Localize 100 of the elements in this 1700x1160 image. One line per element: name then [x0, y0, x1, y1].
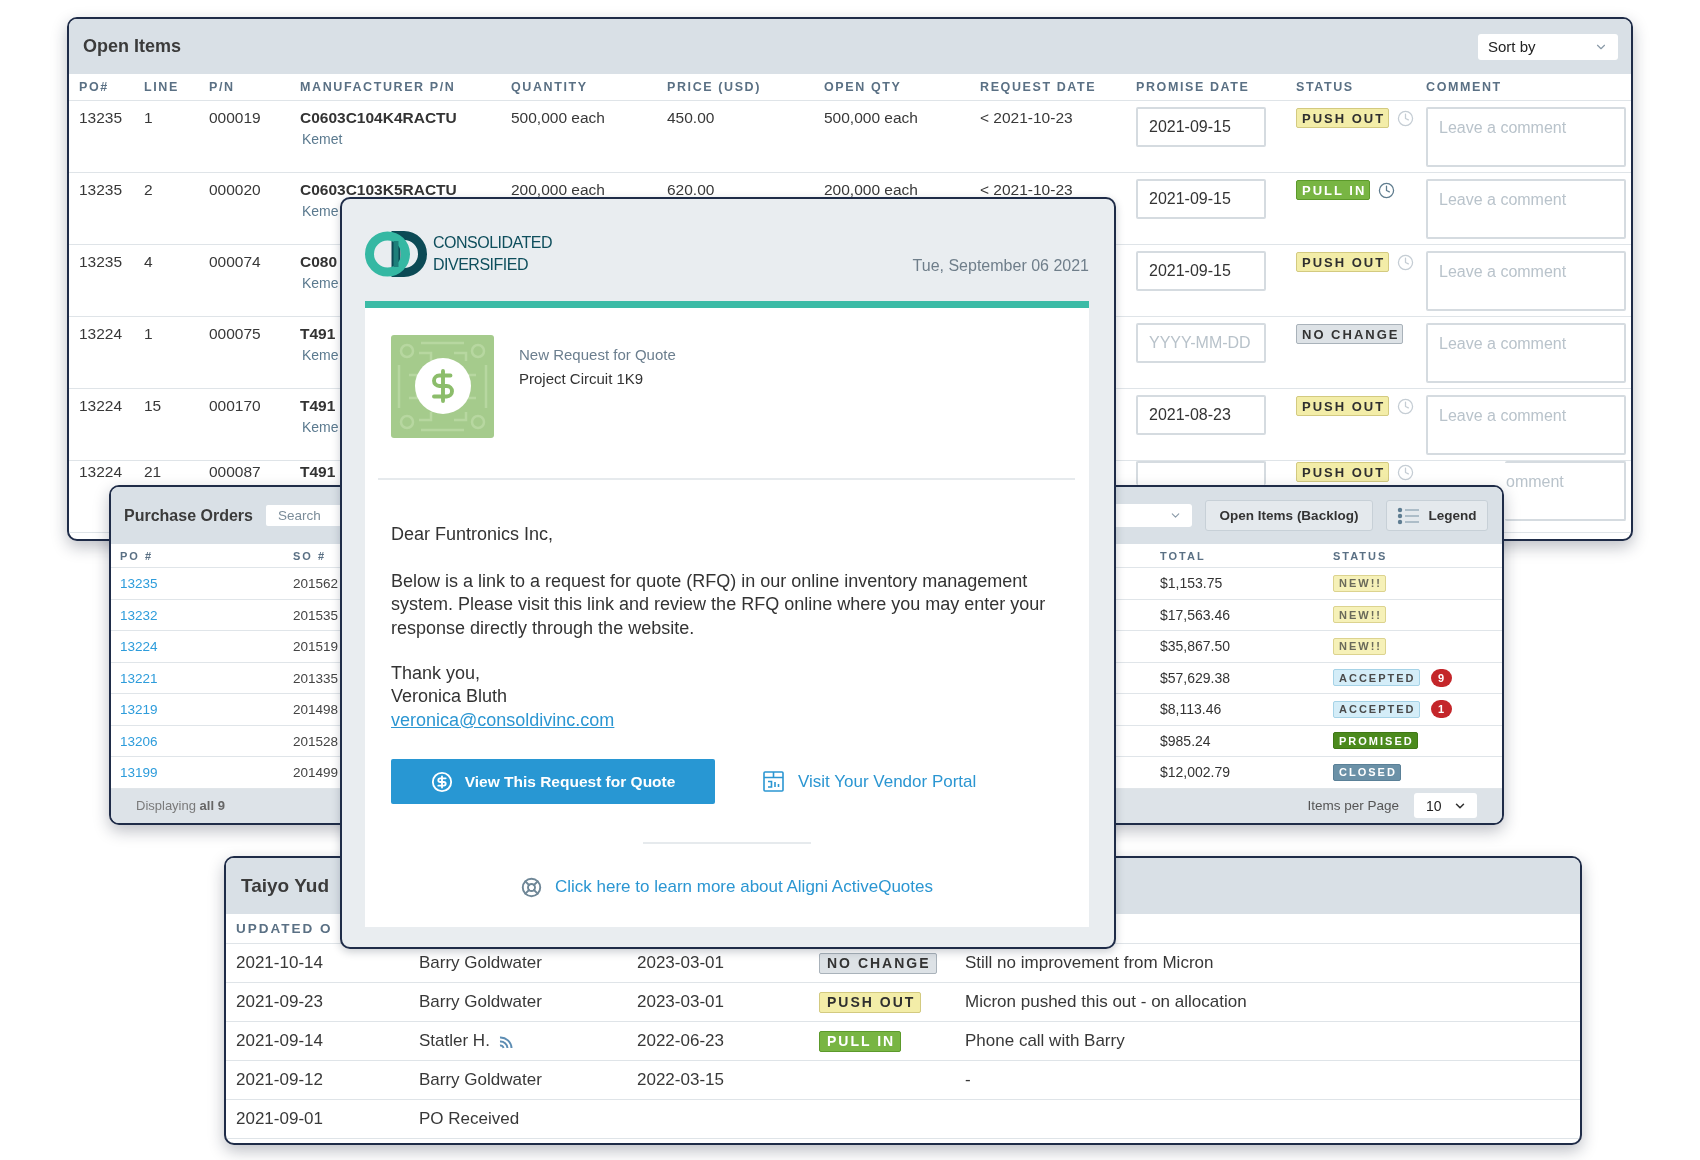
- comment-field[interactable]: omment: [1505, 461, 1626, 521]
- column-header: SO #: [293, 549, 327, 562]
- order-total: $985.24: [1160, 732, 1211, 749]
- line-number: 1: [144, 324, 153, 344]
- order-total: $8,113.46: [1160, 701, 1222, 718]
- manufacturer-name: Kemet: [302, 130, 343, 149]
- so-number: 201535: [293, 607, 339, 623]
- updated-by: Statler H.: [419, 1031, 490, 1051]
- po-number-link[interactable]: 13199: [120, 765, 158, 781]
- status-badge: PUSH OUT: [1296, 252, 1390, 272]
- po-number-link[interactable]: 13235: [120, 576, 158, 592]
- manufacturer-part-number: C080: [300, 252, 338, 272]
- po-number-link[interactable]: 13221: [120, 670, 158, 686]
- quantity: 200,000 each: [511, 180, 605, 200]
- po-number-link[interactable]: 13232: [120, 607, 158, 623]
- po-number: 13224: [79, 396, 123, 416]
- promise-date-field[interactable]: [1136, 461, 1266, 485]
- status-badge: PUSH OUT: [1296, 396, 1390, 416]
- status-badge: NO CHANGE: [1296, 324, 1404, 344]
- toolbar-button[interactable]: Open Items (Backlog): [1205, 500, 1373, 531]
- comment-field[interactable]: Leave a comment: [1426, 179, 1626, 239]
- comment-text: Still no improvement from Micron: [965, 953, 1214, 972]
- comment-text: -: [965, 1070, 971, 1089]
- part-number: 000074: [209, 252, 261, 272]
- update-date: 2021-09-01: [236, 1109, 323, 1128]
- update-date: 2021-09-12: [236, 1070, 323, 1089]
- manufacturer-part-number: C0603C103K5RACTU: [300, 180, 457, 200]
- column-header: UPDATED O: [236, 921, 333, 936]
- result-count: Displaying all 9: [136, 798, 225, 814]
- comment-field[interactable]: Leave a comment: [1426, 251, 1626, 311]
- manufacturer-part-number: C0603C104K4RACTU: [300, 108, 457, 128]
- promise-date-field[interactable]: 2021-09-15: [1136, 107, 1266, 147]
- so-number: 201519: [293, 639, 339, 655]
- update-date: 2021-09-14: [236, 1031, 323, 1050]
- list-icon: [1397, 506, 1420, 525]
- logo-icon: [365, 231, 427, 277]
- toolbar-button[interactable]: Legend: [1386, 500, 1488, 531]
- so-number: 201498: [293, 702, 339, 718]
- order-total: $57,629.38: [1160, 669, 1231, 686]
- count-badge: 1: [1430, 700, 1452, 719]
- po-number-link[interactable]: 13224: [120, 639, 158, 655]
- email-link[interactable]: veronica@consoldivinc.com: [391, 708, 615, 733]
- manufacturer-name: Keme: [302, 274, 339, 293]
- manufacturer-part-number: T491: [300, 324, 336, 344]
- column-header: OPEN QTY: [824, 80, 902, 94]
- comment-field[interactable]: Leave a comment: [1426, 323, 1626, 383]
- learn-more-link[interactable]: Click here to learn more about Aligni ActiveQuotes: [521, 876, 933, 899]
- sort-dropdown[interactable]: Sort by: [1478, 33, 1618, 60]
- po-number-link[interactable]: 13206: [120, 733, 158, 749]
- column-header: PROMISE DATE: [1136, 80, 1250, 94]
- comment-field[interactable]: Leave a comment: [1426, 107, 1626, 167]
- po-number: 13235: [79, 108, 123, 128]
- comment-field[interactable]: Leave a comment: [1426, 395, 1626, 455]
- manufacturer-name: Keme: [302, 418, 339, 437]
- column-header: PRICE (USD): [667, 80, 761, 94]
- column-header: PO #: [120, 549, 154, 562]
- dollar-circle-icon: [430, 770, 453, 793]
- comment-text: Phone call with Barry: [965, 1031, 1125, 1050]
- po-number-link[interactable]: 13219: [120, 702, 158, 718]
- vendor-portal-link[interactable]: Visit Your Vendor Portal: [763, 770, 977, 793]
- promise-date-field[interactable]: YYYY-MM-DD: [1136, 323, 1266, 363]
- order-total: $12,002.79: [1160, 764, 1231, 781]
- per-page-dropdown[interactable]: 10: [1414, 793, 1477, 819]
- updated-by: PO Received: [419, 1109, 520, 1129]
- per-page-label: Items per Page: [1307, 798, 1399, 814]
- email-date: Tue, September 06 2021: [912, 256, 1089, 276]
- promise-date: 2023-03-01: [637, 992, 724, 1011]
- promise-date-field[interactable]: 2021-09-15: [1136, 179, 1266, 219]
- column-header: STATUS: [1296, 80, 1354, 94]
- project-title: Project Circuit 1K9: [519, 369, 645, 389]
- promise-date-field[interactable]: 2021-09-15: [1136, 251, 1266, 291]
- status-badge: PROMISED: [1333, 732, 1418, 750]
- order-total: $1,153.75: [1160, 575, 1223, 592]
- line-number: 2: [144, 180, 153, 200]
- dollar-tile-icon: [391, 335, 494, 438]
- open-quantity: 500,000 each: [824, 108, 918, 128]
- po-number: 13235: [79, 252, 123, 272]
- price: 450.00: [667, 108, 715, 128]
- manufacturer-name: Keme: [302, 346, 339, 365]
- po-number: 13224: [79, 324, 123, 344]
- part-number: 000075: [209, 324, 261, 344]
- line-number: 4: [144, 252, 153, 272]
- column-header: QUANTITY: [511, 80, 588, 94]
- request-date: < 2021-10-23: [980, 108, 1073, 128]
- view-quote-button[interactable]: View This Request for Quote: [391, 759, 715, 805]
- clock-icon[interactable]: [1378, 182, 1396, 199]
- so-number: 201562: [293, 576, 339, 592]
- line-number: 1: [144, 108, 153, 128]
- column-header: REQUEST DATE: [980, 80, 1097, 94]
- status-badge: NEW!!: [1333, 574, 1386, 592]
- column-header: P/N: [209, 80, 235, 94]
- signoff-text: Thank you,: [391, 662, 481, 685]
- updated-by: Barry Goldwater: [419, 992, 542, 1012]
- promise-date-field[interactable]: 2021-08-23: [1136, 395, 1266, 435]
- column-header: COMMENT: [1426, 80, 1502, 94]
- updated-by: Barry Goldwater: [419, 953, 542, 973]
- status-badge: PULL IN: [1296, 180, 1371, 200]
- status-badge: CLOSED: [1333, 763, 1401, 781]
- quantity: 500,000 each: [511, 108, 605, 128]
- open-quantity: 200,000 each: [824, 180, 918, 200]
